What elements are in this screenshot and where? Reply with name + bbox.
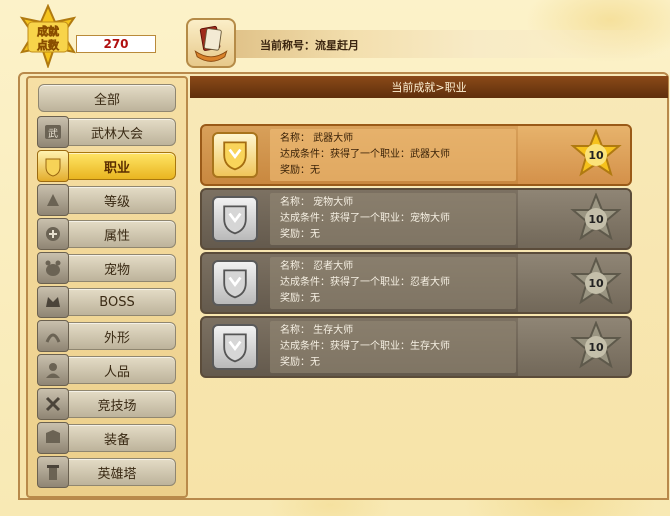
achievement-name: 名称： 宠物大师 <box>280 197 354 208</box>
sidebar-item-appearance[interactable]: 外形 <box>37 320 176 352</box>
achievement-reward: 奖励：无 <box>280 293 320 304</box>
sidebar-item-label: 职业 <box>103 160 130 176</box>
achievement-text: 名称： 宠物大师 达成条件：获得了一个职业：宠物大师 奖励：无 <box>280 195 450 243</box>
achievement-shield-icon <box>212 196 258 242</box>
character-icon <box>37 354 69 386</box>
martial-arts-icon: 武 <box>37 116 69 148</box>
sidebar-item-label: 英雄塔 <box>97 466 137 482</box>
sidebar-item-label: 人品 <box>103 364 130 380</box>
sidebar-item-label: 武林大会 <box>90 126 143 142</box>
svg-text:武: 武 <box>48 127 58 140</box>
achievement-points-value: 270 <box>76 35 156 53</box>
achievement-points-value: 10 <box>588 148 604 162</box>
level-icon <box>37 184 69 216</box>
achievement-shield-icon <box>212 132 258 178</box>
achievement-shield-icon <box>212 260 258 306</box>
achievement-card[interactable]: 名称： 生存大师 达成条件：获得了一个职业：生存大师 奖励：无 10 <box>200 316 632 378</box>
sidebar-item-hero-tower[interactable]: 英雄塔 <box>37 456 176 488</box>
job-icon <box>37 150 69 182</box>
achievement-condition: 达成条件：获得了一个职业：武器大师 <box>280 149 450 160</box>
sidebar-item-level[interactable]: 等级 <box>37 184 176 216</box>
badge-text-line1: 成就 <box>37 24 59 38</box>
achievement-points-badge: 10 <box>570 320 622 373</box>
achievement-text: 名称： 武器大师 达成条件：获得了一个职业：武器大师 奖励：无 <box>280 131 450 179</box>
sidebar-item-label: 属性 <box>103 228 130 244</box>
achievement-points-star-icon: 成就 点数 <box>19 4 77 68</box>
achievement-name: 名称： 生存大师 <box>280 325 354 336</box>
sidebar-item-all[interactable]: 全部 <box>38 84 176 112</box>
achievement-condition: 达成条件：获得了一个职业：宠物大师 <box>280 213 450 224</box>
sidebar-item-attribute[interactable]: 属性 <box>37 218 176 250</box>
achievement-points-badge: 10 <box>570 192 622 245</box>
pet-icon <box>37 252 69 284</box>
achievement-reward: 奖励：无 <box>280 229 320 240</box>
sidebar-item-label: 竞技场 <box>97 398 137 414</box>
breadcrumb: 当前成就>职业 <box>190 76 668 98</box>
achievement-name: 名称： 忍者大师 <box>280 261 354 272</box>
title-strip <box>186 30 670 58</box>
sidebar-item-label: 宠物 <box>103 262 130 278</box>
achievement-points-badge: 10 <box>570 256 622 309</box>
sidebar-item-boss[interactable]: BOSS <box>37 286 176 318</box>
achievement-card[interactable]: 名称： 忍者大师 达成条件：获得了一个职业：忍者大师 奖励：无 10 <box>200 252 632 314</box>
sidebar-item-pet[interactable]: 宠物 <box>37 252 176 284</box>
achievement-card[interactable]: 名称： 宠物大师 达成条件：获得了一个职业：宠物大师 奖励：无 10 <box>200 188 632 250</box>
sidebar-item-arena[interactable]: 竞技场 <box>37 388 176 420</box>
appearance-icon <box>37 320 69 352</box>
hero-tower-icon <box>37 456 69 488</box>
sidebar-item-character[interactable]: 人品 <box>37 354 176 386</box>
sidebar-item-job[interactable]: 职业 <box>37 150 176 182</box>
sidebar-item-label: 外形 <box>103 330 130 346</box>
sidebar-item-equipment[interactable]: 装备 <box>37 422 176 454</box>
achievement-text: 名称： 生存大师 达成条件：获得了一个职业：生存大师 奖励：无 <box>280 323 450 371</box>
arena-icon <box>37 388 69 420</box>
achievement-condition: 达成条件：获得了一个职业：忍者大师 <box>280 277 450 288</box>
sidebar-item-label: BOSS <box>99 294 135 310</box>
achievement-text: 名称： 忍者大师 达成条件：获得了一个职业：忍者大师 奖励：无 <box>280 259 450 307</box>
sidebar-item-label: 全部 <box>93 92 120 108</box>
achievement-points-value: 10 <box>588 276 604 290</box>
attribute-icon <box>37 218 69 250</box>
achievement-card[interactable]: 名称： 武器大师 达成条件：获得了一个职业：武器大师 奖励：无 10 <box>200 124 632 186</box>
achievement-name: 名称： 武器大师 <box>280 133 354 144</box>
equipment-icon <box>37 422 69 454</box>
sidebar-item-martial-arts[interactable]: 武 武林大会 <box>37 116 176 148</box>
achievement-reward: 奖励：无 <box>280 357 320 368</box>
achievement-shield-icon <box>212 324 258 370</box>
achievement-condition: 达成条件：获得了一个职业：生存大师 <box>280 341 450 352</box>
title-card-icon <box>186 18 236 68</box>
achievement-points-value: 10 <box>588 340 604 354</box>
sidebar-item-label: 装备 <box>103 432 130 448</box>
achievement-points-value: 10 <box>588 212 604 226</box>
current-title-label: 当前称号：流星赶月 <box>260 39 359 52</box>
achievement-points-badge: 10 <box>570 128 622 181</box>
top-header: 成就 点数 270 当前称号：流星赶月 <box>0 0 670 80</box>
boss-icon <box>37 286 69 318</box>
badge-text-line2: 点数 <box>37 38 60 52</box>
achievement-reward: 奖励：无 <box>280 165 320 176</box>
sidebar-item-label: 等级 <box>103 194 130 210</box>
category-sidebar: 全部 武 武林大会 职业 等级 属性 宠物 BOSS 外形 人品 竞技场 装备 <box>26 76 188 498</box>
